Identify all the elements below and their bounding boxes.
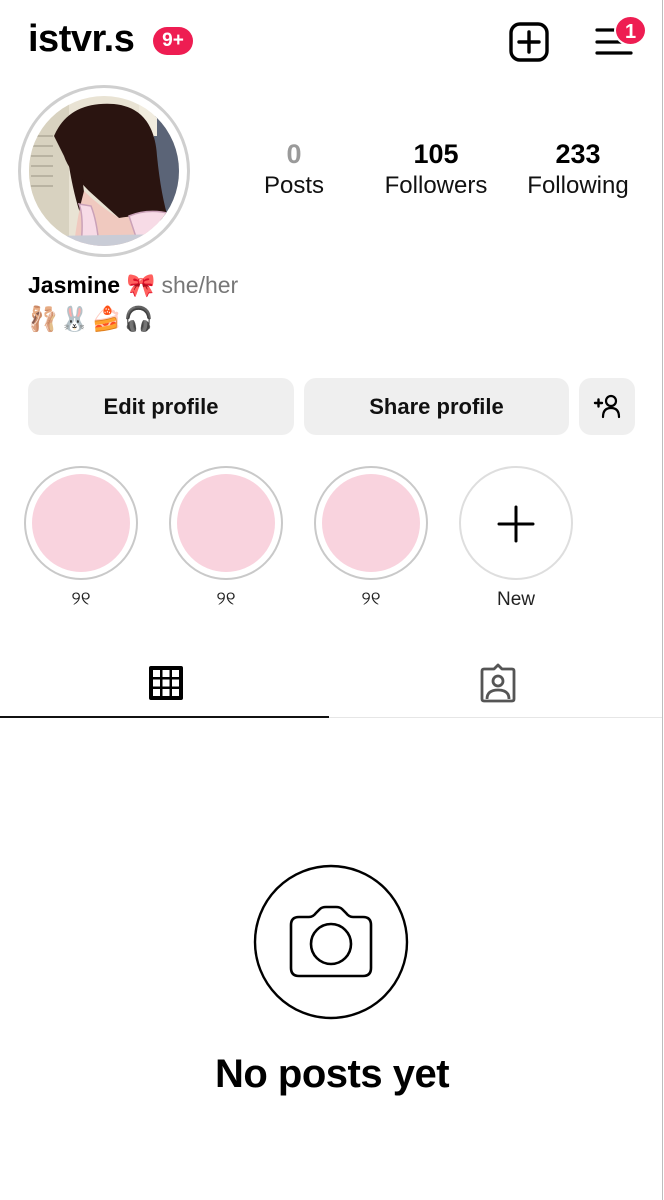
highlight-label: ୨୧	[216, 589, 236, 610]
highlight-item[interactable]: ୨୧	[24, 466, 138, 612]
following-label: Following	[527, 172, 629, 199]
highlight-label: ୨୧	[71, 589, 91, 610]
menu-badge: 1	[614, 15, 647, 46]
tab-tagged[interactable]	[332, 648, 664, 718]
display-name: Jasmine	[28, 272, 121, 298]
avatar-ring[interactable]	[18, 85, 190, 257]
posts-label: Posts	[263, 172, 325, 199]
pronouns: she/her	[161, 272, 239, 298]
username[interactable]: istvr.s	[28, 18, 135, 61]
highlight-label: ୨୧	[361, 589, 381, 610]
stat-posts[interactable]: 0 Posts	[224, 138, 364, 202]
grid-icon	[149, 666, 183, 700]
new-highlight-circle[interactable]	[459, 466, 573, 580]
stat-following[interactable]: 233 Following	[508, 138, 648, 202]
ribbon-emoji: 🎀	[126, 272, 156, 298]
camera-icon	[253, 864, 409, 1020]
followers-count: 105	[413, 139, 459, 169]
tab-divider	[329, 717, 662, 718]
discover-people-button[interactable]	[579, 378, 635, 435]
following-count: 233	[555, 139, 601, 169]
plus-icon	[497, 505, 535, 543]
active-tab-indicator	[0, 716, 329, 718]
avatar[interactable]	[29, 96, 179, 246]
highlight-cover[interactable]	[24, 466, 138, 580]
plus-square-icon	[509, 22, 549, 62]
highlight-cover[interactable]	[169, 466, 283, 580]
add-person-icon	[593, 394, 621, 419]
new-highlight-button[interactable]: New	[459, 466, 573, 612]
new-highlight-label: New	[496, 589, 535, 610]
highlight-item[interactable]: ୨୧	[314, 466, 428, 612]
tagged-person-icon	[480, 663, 516, 703]
create-button[interactable]	[508, 21, 550, 63]
profile-photo	[29, 96, 179, 246]
edit-profile-button[interactable]: Edit profile	[28, 378, 294, 435]
profile-header: istvr.s 9+ 1	[0, 0, 664, 84]
bio: 🩰🐰🍰🎧	[28, 306, 156, 333]
followers-label: Followers	[384, 172, 488, 199]
name-row: Jasmine 🎀 she/her	[28, 268, 238, 302]
highlight-cover[interactable]	[314, 466, 428, 580]
profile-stats: 0 Posts 105 Followers 233 Following	[224, 138, 654, 208]
share-profile-button[interactable]: Share profile	[304, 378, 569, 435]
stat-followers[interactable]: 105 Followers	[366, 138, 506, 202]
scrollbar-edge	[662, 0, 663, 1200]
empty-state-camera	[253, 864, 409, 1020]
posts-count: 0	[286, 139, 302, 169]
tab-posts-grid[interactable]	[0, 648, 332, 718]
highlight-item[interactable]: ୨୧	[169, 466, 283, 612]
notification-badge[interactable]: 9+	[153, 27, 193, 55]
empty-state-message: No posts yet	[214, 1052, 450, 1096]
